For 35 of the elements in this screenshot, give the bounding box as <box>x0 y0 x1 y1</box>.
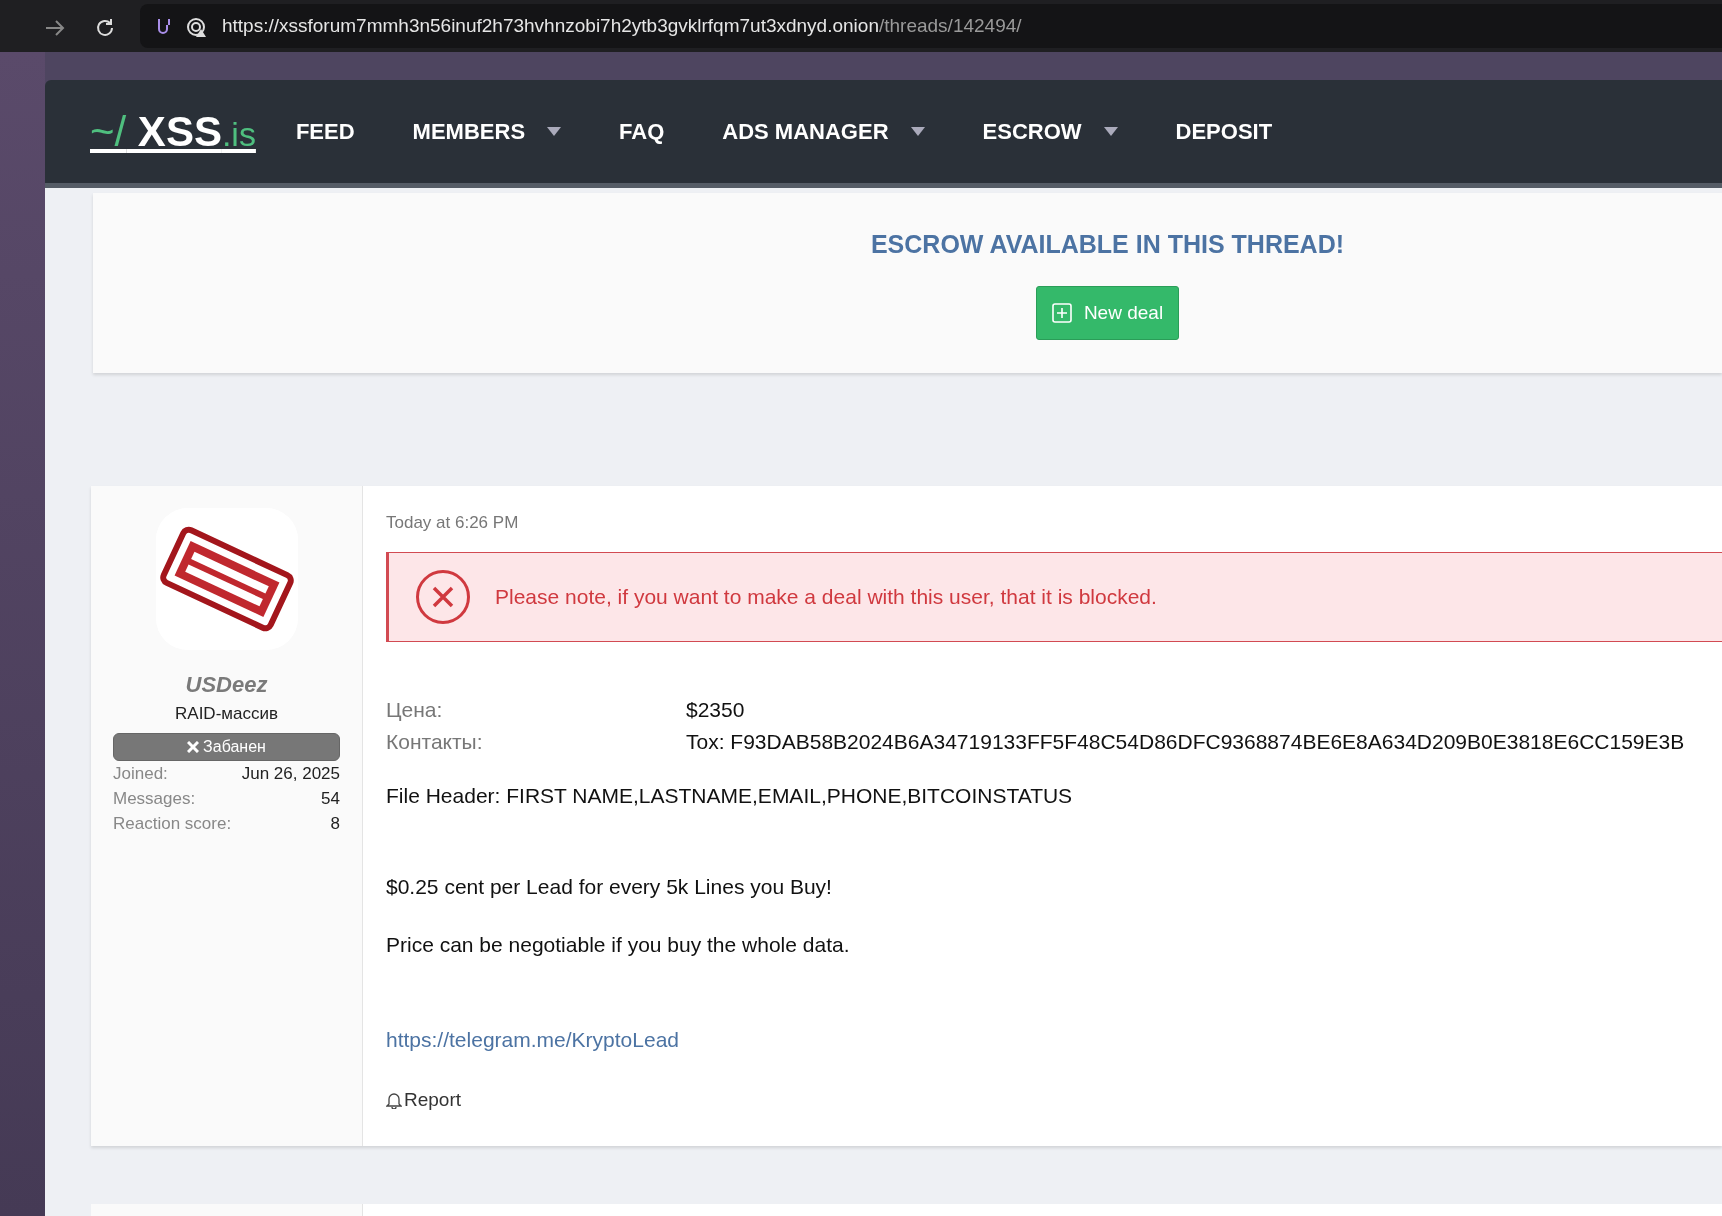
stat-value: 54 <box>321 787 340 810</box>
caret-icon[interactable] <box>910 127 925 136</box>
close-icon <box>187 740 200 753</box>
nav-link[interactable]: DEPOSIT <box>1175 115 1273 148</box>
nav-link[interactable]: FAQ <box>619 115 665 148</box>
stat-label: Reaction score: <box>113 812 232 835</box>
post-paragraph: File Header: FIRST NAME,LASTNAME,EMAIL,PHONE,BITCOINSTATUS <box>386 782 1074 809</box>
nav-link[interactable]: ADS MANAGER <box>722 115 925 148</box>
username-link[interactable]: USDeez <box>185 668 268 701</box>
caret-icon[interactable] <box>1103 127 1118 136</box>
site-logo[interactable]: ~/ XSS.is <box>90 100 256 163</box>
nav-link[interactable]: MEMBERS <box>412 115 562 148</box>
field-value: $2350 <box>686 696 745 723</box>
caret-icon[interactable] <box>547 127 562 136</box>
stat-label: Joined: <box>113 762 168 785</box>
field-label: Цена: <box>386 696 444 723</box>
user-title: RAID-массив <box>175 703 278 725</box>
post-paragraph: $0.25 cent per Lead for every 5k Lines you Buy! <box>386 874 833 900</box>
stat-value: Jun 26, 2025 <box>241 762 340 785</box>
banner-text: Забанен <box>203 736 266 757</box>
field-value: Tox: F93DAB58B2024B6A34719133FF5F48C54D86DFC9368874BE6E8A634D209B0E3818E6CC159E3B <box>686 728 1685 755</box>
plus-icon <box>1051 302 1072 323</box>
stat-value: 8 <box>330 812 340 835</box>
stat-label: Messages: <box>113 787 196 810</box>
nav-link[interactable]: FEED <box>295 115 355 148</box>
field-label: Контакты: <box>386 728 484 755</box>
alert-text: Please note, if you want to make a deal with this user, that it is blocked. <box>495 583 1157 610</box>
post-date: Today at 6:26 PM <box>386 512 520 534</box>
post-paragraph: Price can be negotiable if you buy the whole data. <box>386 931 851 958</box>
report-link[interactable]: Report <box>386 1085 462 1114</box>
error-icon <box>415 568 471 625</box>
bell-icon <box>386 1090 402 1109</box>
nav-link[interactable]: ESCROW <box>982 115 1118 148</box>
telegram-link[interactable]: https://telegram.me/KryptoLead <box>386 1024 679 1056</box>
escrow-heading: ESCROW AVAILABLE IN THIS THREAD! <box>870 229 1345 260</box>
